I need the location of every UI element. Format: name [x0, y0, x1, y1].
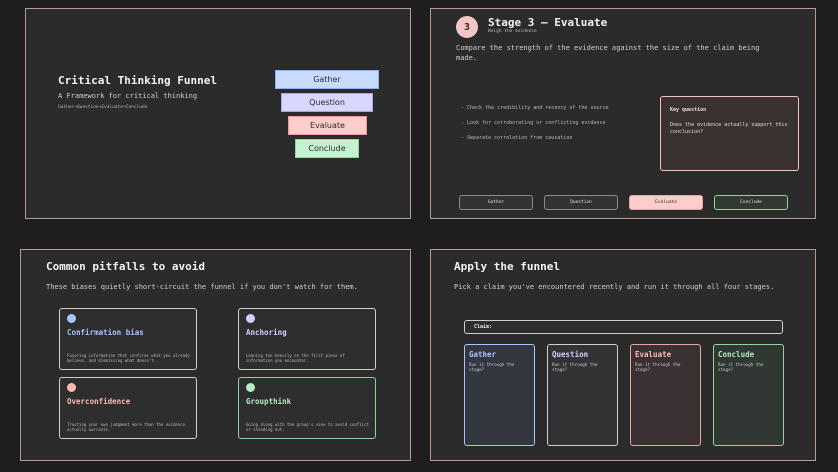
- stage-column-gather[interactable]: Gather Run it through the stage?: [464, 344, 535, 446]
- slide-title[interactable]: Critical Thinking Funnel A Framework for…: [25, 8, 411, 219]
- stage-column-title: Conclude: [718, 350, 755, 359]
- key-question-box: Key question Does the evidence actually …: [660, 96, 799, 171]
- slide-subtitle: A Framework for critical thinking: [58, 92, 198, 100]
- dot-icon: [246, 383, 255, 392]
- dot-icon: [67, 314, 76, 323]
- pitfall-card: Overconfidence Trusting your own judgmen…: [59, 377, 197, 439]
- stage-button-conclude[interactable]: Conclude: [714, 195, 788, 210]
- stage-number-badge: 3: [456, 16, 478, 38]
- apply-title: Apply the funnel: [454, 260, 560, 273]
- slide-pitfalls[interactable]: Common pitfalls to avoid These biases qu…: [20, 249, 411, 461]
- slide-apply[interactable]: Apply the funnel Pick a claim you've enc…: [430, 249, 816, 461]
- funnel-evaluate: Evaluate: [288, 116, 367, 135]
- funnel-conclude: Conclude: [295, 139, 359, 158]
- stage-title: Stage 3 – Evaluate: [488, 16, 608, 29]
- stage-button-question[interactable]: Question: [544, 195, 618, 210]
- funnel-gather: Gather: [275, 70, 379, 89]
- stage-subtitle: Weigh the evidence: [488, 29, 537, 34]
- pitfall-title: Anchoring: [246, 328, 287, 337]
- pitfall-desc: Leaning too heavily on the first piece o…: [246, 353, 345, 363]
- pitfall-card: Groupthink Going along with the group's …: [238, 377, 376, 439]
- stage-column-title: Gather: [469, 350, 497, 359]
- pitfall-desc: Trusting your own judgment more than the…: [67, 422, 186, 432]
- stage-column-desc: Run it through the stage?: [635, 362, 681, 372]
- pitfall-title: Overconfidence: [67, 397, 131, 406]
- claim-input[interactable]: Claim:: [464, 320, 783, 334]
- stage-column-desc: Run it through the stage?: [469, 362, 515, 372]
- dot-icon: [246, 314, 255, 323]
- pitfalls-title: Common pitfalls to avoid: [46, 260, 205, 273]
- dot-icon: [67, 383, 76, 392]
- key-question-text: Does the evidence actually support this …: [670, 122, 788, 135]
- bullet-item: - Check the credibility and recency of t…: [461, 105, 609, 111]
- flow-text: Gather→Question→Evaluate→Conclude: [58, 105, 148, 110]
- stage-column-desc: Run it through the stage?: [718, 362, 764, 372]
- stage-column-conclude[interactable]: Conclude Run it through the stage?: [713, 344, 784, 446]
- stage-button-gather[interactable]: Gather: [459, 195, 533, 210]
- pitfall-title: Confirmation bias: [67, 328, 144, 337]
- slide-title-heading: Critical Thinking Funnel: [58, 74, 217, 87]
- stage-column-evaluate[interactable]: Evaluate Run it through the stage?: [630, 344, 701, 446]
- bullet-item: - Look for corroborating or conflicting …: [461, 120, 606, 126]
- stage-intro: Compare the strength of the evidence aga…: [456, 44, 760, 62]
- stage-button-evaluate[interactable]: Evaluate: [629, 195, 703, 210]
- pitfall-desc: Favoring information that confirms what …: [67, 353, 190, 363]
- pitfall-card: Anchoring Leaning too heavily on the fir…: [238, 308, 376, 370]
- bullet-item: - Separate correlation from causation: [461, 135, 573, 141]
- claim-label: Claim:: [474, 324, 493, 330]
- funnel-question: Question: [281, 93, 373, 112]
- apply-intro: Pick a claim you've encountered recently…: [454, 283, 775, 291]
- pitfall-card: Confirmation bias Favoring information t…: [59, 308, 197, 370]
- stage-column-title: Question: [552, 350, 589, 359]
- pitfall-desc: Going along with the group's view to avo…: [246, 422, 369, 432]
- pitfalls-intro: These biases quietly short-circuit the f…: [46, 283, 358, 291]
- slide-evaluate[interactable]: 3 Stage 3 – Evaluate Weigh the evidence …: [430, 8, 816, 219]
- stage-column-question[interactable]: Question Run it through the stage?: [547, 344, 618, 446]
- key-question-label: Key question: [670, 107, 707, 113]
- stage-column-title: Evaluate: [635, 350, 672, 359]
- stage-column-desc: Run it through the stage?: [552, 362, 598, 372]
- pitfall-title: Groupthink: [246, 397, 292, 406]
